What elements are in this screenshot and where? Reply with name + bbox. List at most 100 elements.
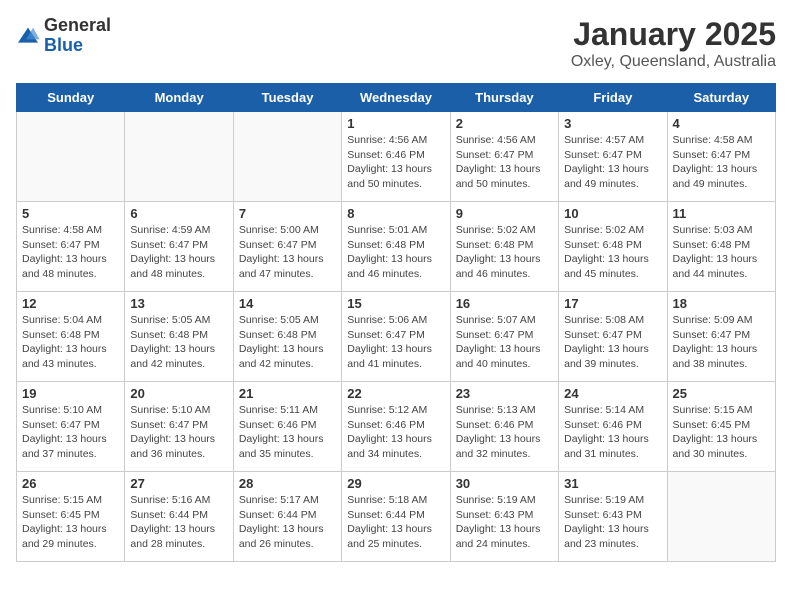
day-info: Sunrise: 5:06 AMSunset: 6:47 PMDaylight:… [347, 313, 444, 372]
calendar-table: SundayMondayTuesdayWednesdayThursdayFrid… [16, 83, 776, 562]
day-number: 19 [22, 386, 119, 401]
day-info: Sunrise: 4:59 AMSunset: 6:47 PMDaylight:… [130, 223, 227, 282]
day-cell-6: 6 Sunrise: 4:59 AMSunset: 6:47 PMDaylight… [125, 202, 233, 292]
day-number: 15 [347, 296, 444, 311]
calendar-subtitle: Oxley, Queensland, Australia [571, 53, 776, 71]
day-info: Sunrise: 5:15 AMSunset: 6:45 PMDaylight:… [22, 493, 119, 552]
weekday-header-wednesday: Wednesday [342, 84, 450, 112]
day-cell-23: 23 Sunrise: 5:13 AMSunset: 6:46 PMDayligh… [450, 382, 558, 472]
logo-text: General Blue [44, 16, 111, 56]
day-number: 30 [456, 476, 553, 491]
day-number: 11 [673, 206, 770, 221]
day-number: 8 [347, 206, 444, 221]
day-cell-28: 28 Sunrise: 5:17 AMSunset: 6:44 PMDayligh… [233, 472, 341, 562]
day-info: Sunrise: 4:58 AMSunset: 6:47 PMDaylight:… [22, 223, 119, 282]
day-cell-7: 7 Sunrise: 5:00 AMSunset: 6:47 PMDaylight… [233, 202, 341, 292]
day-number: 4 [673, 116, 770, 131]
day-number: 2 [456, 116, 553, 131]
day-number: 31 [564, 476, 661, 491]
day-number: 7 [239, 206, 336, 221]
day-number: 24 [564, 386, 661, 401]
day-cell-25: 25 Sunrise: 5:15 AMSunset: 6:45 PMDayligh… [667, 382, 775, 472]
day-cell-20: 20Sunrise: 5:10 AMSunset: 6:47 PMDayligh… [125, 382, 233, 472]
day-cell-9: 9Sunrise: 5:02 AMSunset: 6:48 PMDaylight… [450, 202, 558, 292]
day-number: 22 [347, 386, 444, 401]
day-number: 1 [347, 116, 444, 131]
day-cell-2: 2 Sunrise: 4:56 AMSunset: 6:47 PMDaylight… [450, 112, 558, 202]
day-info: Sunrise: 5:07 AMSunset: 6:47 PMDaylight:… [456, 313, 553, 372]
day-info: Sunrise: 5:19 AMSunset: 6:43 PMDaylight:… [564, 493, 661, 552]
day-info: Sunrise: 5:11 AMSunset: 6:46 PMDaylight:… [239, 403, 336, 462]
day-cell-12: 12Sunrise: 5:04 AMSunset: 6:48 PMDayligh… [17, 292, 125, 382]
week-row-3: 12Sunrise: 5:04 AMSunset: 6:48 PMDayligh… [17, 292, 776, 382]
day-info: Sunrise: 5:02 AMSunset: 6:48 PMDaylight:… [564, 223, 661, 282]
day-info: Sunrise: 5:00 AMSunset: 6:47 PMDaylight:… [239, 223, 336, 282]
day-cell-31: 31 Sunrise: 5:19 AMSunset: 6:43 PMDayligh… [559, 472, 667, 562]
day-number: 17 [564, 296, 661, 311]
title-block: January 2025 Oxley, Queensland, Australi… [571, 16, 776, 71]
day-cell-18: 18 Sunrise: 5:09 AMSunset: 6:47 PMDayligh… [667, 292, 775, 382]
day-cell-19: 19 Sunrise: 5:10 AMSunset: 6:47 PMDayligh… [17, 382, 125, 472]
logo: General Blue [16, 16, 111, 56]
day-cell-26: 26 Sunrise: 5:15 AMSunset: 6:45 PMDayligh… [17, 472, 125, 562]
day-info: Sunrise: 5:09 AMSunset: 6:47 PMDaylight:… [673, 313, 770, 372]
empty-cell [667, 472, 775, 562]
day-info: Sunrise: 5:05 AMSunset: 6:48 PMDaylight:… [239, 313, 336, 372]
weekday-header-sunday: Sunday [17, 84, 125, 112]
day-info: Sunrise: 5:08 AMSunset: 6:47 PMDaylight:… [564, 313, 661, 372]
day-info: Sunrise: 5:14 AMSunset: 6:46 PMDaylight:… [564, 403, 661, 462]
empty-cell [17, 112, 125, 202]
day-info: Sunrise: 4:56 AMSunset: 6:47 PMDaylight:… [456, 133, 553, 192]
day-cell-21: 21 Sunrise: 5:11 AMSunset: 6:46 PMDayligh… [233, 382, 341, 472]
day-number: 29 [347, 476, 444, 491]
day-number: 23 [456, 386, 553, 401]
day-number: 9 [456, 206, 553, 221]
day-cell-10: 10 Sunrise: 5:02 AMSunset: 6:48 PMDayligh… [559, 202, 667, 292]
calendar-title: January 2025 [571, 16, 776, 53]
logo-general-text: General [44, 16, 111, 36]
day-cell-3: 3Sunrise: 4:57 AMSunset: 6:47 PMDaylight… [559, 112, 667, 202]
week-row-1: 1 Sunrise: 4:56 AMSunset: 6:46 PMDaylight… [17, 112, 776, 202]
day-info: Sunrise: 5:05 AMSunset: 6:48 PMDaylight:… [130, 313, 227, 372]
day-info: Sunrise: 5:15 AMSunset: 6:45 PMDaylight:… [673, 403, 770, 462]
day-cell-15: 15 Sunrise: 5:06 AMSunset: 6:47 PMDayligh… [342, 292, 450, 382]
day-info: Sunrise: 5:01 AMSunset: 6:48 PMDaylight:… [347, 223, 444, 282]
day-info: Sunrise: 4:57 AMSunset: 6:47 PMDaylight:… [564, 133, 661, 192]
day-cell-16: 16Sunrise: 5:07 AMSunset: 6:47 PMDayligh… [450, 292, 558, 382]
day-number: 5 [22, 206, 119, 221]
weekday-header-friday: Friday [559, 84, 667, 112]
day-info: Sunrise: 4:58 AMSunset: 6:47 PMDaylight:… [673, 133, 770, 192]
day-cell-24: 24 Sunrise: 5:14 AMSunset: 6:46 PMDayligh… [559, 382, 667, 472]
day-info: Sunrise: 5:19 AMSunset: 6:43 PMDaylight:… [456, 493, 553, 552]
weekday-header-thursday: Thursday [450, 84, 558, 112]
day-number: 26 [22, 476, 119, 491]
day-info: Sunrise: 4:56 AMSunset: 6:46 PMDaylight:… [347, 133, 444, 192]
day-number: 21 [239, 386, 336, 401]
day-info: Sunrise: 5:10 AMSunset: 6:47 PMDaylight:… [130, 403, 227, 462]
week-row-5: 26 Sunrise: 5:15 AMSunset: 6:45 PMDayligh… [17, 472, 776, 562]
day-cell-13: 13 Sunrise: 5:05 AMSunset: 6:48 PMDayligh… [125, 292, 233, 382]
day-cell-14: 14Sunrise: 5:05 AMSunset: 6:48 PMDayligh… [233, 292, 341, 382]
day-info: Sunrise: 5:13 AMSunset: 6:46 PMDaylight:… [456, 403, 553, 462]
day-number: 6 [130, 206, 227, 221]
day-cell-11: 11Sunrise: 5:03 AMSunset: 6:48 PMDayligh… [667, 202, 775, 292]
week-row-2: 5 Sunrise: 4:58 AMSunset: 6:47 PMDaylight… [17, 202, 776, 292]
day-cell-27: 27Sunrise: 5:16 AMSunset: 6:44 PMDayligh… [125, 472, 233, 562]
day-info: Sunrise: 5:17 AMSunset: 6:44 PMDaylight:… [239, 493, 336, 552]
weekday-header-tuesday: Tuesday [233, 84, 341, 112]
day-info: Sunrise: 5:12 AMSunset: 6:46 PMDaylight:… [347, 403, 444, 462]
day-number: 27 [130, 476, 227, 491]
day-number: 13 [130, 296, 227, 311]
day-cell-1: 1 Sunrise: 4:56 AMSunset: 6:46 PMDaylight… [342, 112, 450, 202]
weekday-header-row: SundayMondayTuesdayWednesdayThursdayFrid… [17, 84, 776, 112]
week-row-4: 19 Sunrise: 5:10 AMSunset: 6:47 PMDayligh… [17, 382, 776, 472]
day-number: 18 [673, 296, 770, 311]
day-cell-22: 22 Sunrise: 5:12 AMSunset: 6:46 PMDayligh… [342, 382, 450, 472]
empty-cell [233, 112, 341, 202]
day-number: 25 [673, 386, 770, 401]
day-number: 28 [239, 476, 336, 491]
day-number: 10 [564, 206, 661, 221]
day-cell-17: 17 Sunrise: 5:08 AMSunset: 6:47 PMDayligh… [559, 292, 667, 382]
day-info: Sunrise: 5:10 AMSunset: 6:47 PMDaylight:… [22, 403, 119, 462]
logo-blue-text: Blue [44, 36, 111, 56]
